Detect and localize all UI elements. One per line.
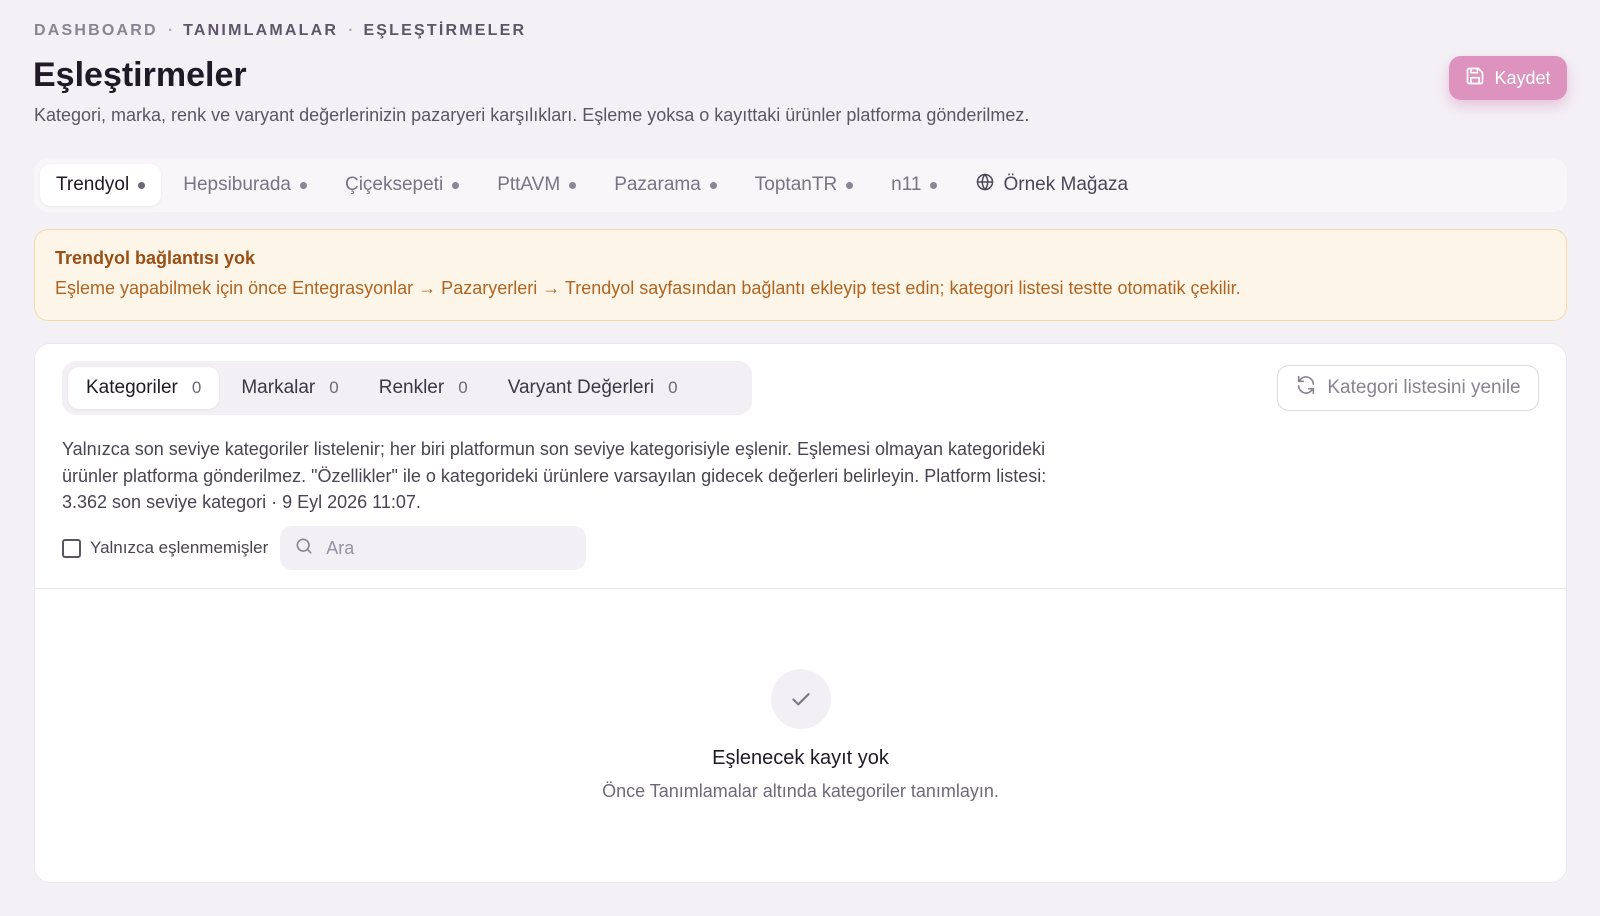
tab-pazarama[interactable]: Pazarama: [598, 164, 733, 206]
tab-count: 0: [458, 378, 468, 397]
tab-varyant-degerleri[interactable]: Varyant Değerleri 0: [490, 367, 696, 409]
breadcrumb-separator: ·: [167, 22, 174, 39]
info-text: Yalnızca son seviye kategoriler listelen…: [62, 436, 1112, 516]
tab-label: Hepsiburada: [183, 174, 291, 195]
info-line: Yalnızca son seviye kategoriler listelen…: [62, 439, 1046, 459]
divider: [35, 588, 1566, 589]
tab-label: Renkler: [378, 377, 445, 398]
tab-ciceksepeti[interactable]: Çiçeksepeti: [329, 164, 475, 206]
tab-label: Trendyol: [56, 174, 130, 195]
tab-kategoriler[interactable]: Kategoriler 0: [68, 367, 220, 409]
unmapped-only-checkbox[interactable]: [62, 538, 81, 558]
tab-store[interactable]: Örnek Mağaza: [959, 164, 1144, 206]
page-title: Eşleştirmeler: [33, 56, 247, 94]
mapping-type-tabs: Kategoriler 0 Markalar 0 Renkler 0 Varya…: [62, 361, 752, 415]
refresh-label: Kategori listesini yenile: [1327, 377, 1521, 398]
filter-row: Yalnızca eşlenmemişler: [62, 526, 587, 570]
tab-count: 0: [191, 378, 202, 397]
status-dot: [709, 181, 717, 189]
status-dot: [452, 181, 460, 189]
status-dot: [299, 181, 307, 189]
status-dot: [930, 181, 938, 189]
breadcrumb-item-dashboard[interactable]: DASHBOARD: [34, 22, 158, 40]
tab-label: PttAVM: [497, 174, 561, 195]
tab-label: Çiçeksepeti: [344, 174, 444, 195]
breadcrumb: DASHBOARD · TANIMLAMALAR · EŞLEŞTİRMELER: [34, 22, 526, 40]
alert-text: Eşleme yapabilmek için önce Entegrasyonl…: [55, 278, 1241, 298]
tab-n11[interactable]: n11: [875, 164, 953, 206]
tab-label: Varyant Değerleri: [507, 377, 655, 398]
tab-pttavm[interactable]: PttAVM: [481, 164, 592, 206]
connection-alert: Trendyol bağlantısı yok Eşleme yapabilme…: [34, 229, 1567, 321]
info-line: 3.362 son seviye kategori · 9 Eyl 2026 1…: [62, 492, 421, 512]
alert-title: Trendyol bağlantısı yok: [55, 248, 256, 268]
empty-state-title: Eşlenecek kayıt yok: [712, 747, 889, 769]
empty-state-subtitle: Önce Tanımlamalar altında kategoriler ta…: [602, 781, 999, 801]
check-icon: [771, 669, 831, 729]
breadcrumb-item-current: EŞLEŞTİRMELER: [363, 22, 527, 39]
search-box: [280, 526, 587, 570]
tab-markalar[interactable]: Markalar 0: [223, 367, 356, 409]
info-line: ürünler platforma gönderilmez. "Özellikl…: [62, 465, 1047, 486]
marketplace-tabs: Trendyol Hepsiburada Çiçeksepeti PttAVM …: [34, 158, 1567, 212]
save-icon: [1465, 66, 1485, 91]
page-description: Kategori, marka, renk ve varyant değerle…: [34, 105, 1030, 125]
tab-label: Pazarama: [614, 174, 701, 195]
refresh-icon: [1295, 374, 1317, 402]
tab-renkler[interactable]: Renkler 0: [361, 367, 486, 409]
mappings-card: Kategoriler 0 Markalar 0 Renkler 0 Varya…: [34, 343, 1567, 883]
breadcrumb-item-tanimlamalar[interactable]: TANIMLAMALAR: [183, 22, 338, 40]
tab-label: n11: [891, 174, 922, 195]
tab-label: Örnek Mağaza: [1003, 174, 1129, 195]
tab-count: 0: [668, 378, 678, 397]
status-dot: [846, 181, 854, 189]
tab-toptantr[interactable]: ToptanTR: [739, 164, 869, 206]
tab-hepsiburada[interactable]: Hepsiburada: [167, 164, 323, 206]
tab-label: Kategoriler: [86, 377, 178, 398]
save-label: Kaydet: [1494, 67, 1551, 88]
breadcrumb-separator: ·: [348, 22, 354, 39]
status-dot: [138, 181, 146, 189]
status-dot: [569, 181, 577, 189]
unmapped-only-label[interactable]: Yalnızca eşlenmemişler: [90, 538, 268, 558]
tab-count: 0: [329, 378, 339, 397]
tab-trendyol[interactable]: Trendyol: [40, 164, 162, 206]
search-input[interactable]: [326, 537, 567, 559]
tab-label: Markalar: [241, 377, 316, 398]
globe-icon: [975, 172, 995, 198]
refresh-category-list-button[interactable]: Kategori listesini yenile: [1277, 365, 1539, 411]
search-icon: [294, 536, 314, 561]
save-button[interactable]: Kaydet: [1449, 56, 1567, 100]
tab-label: ToptanTR: [754, 174, 838, 195]
